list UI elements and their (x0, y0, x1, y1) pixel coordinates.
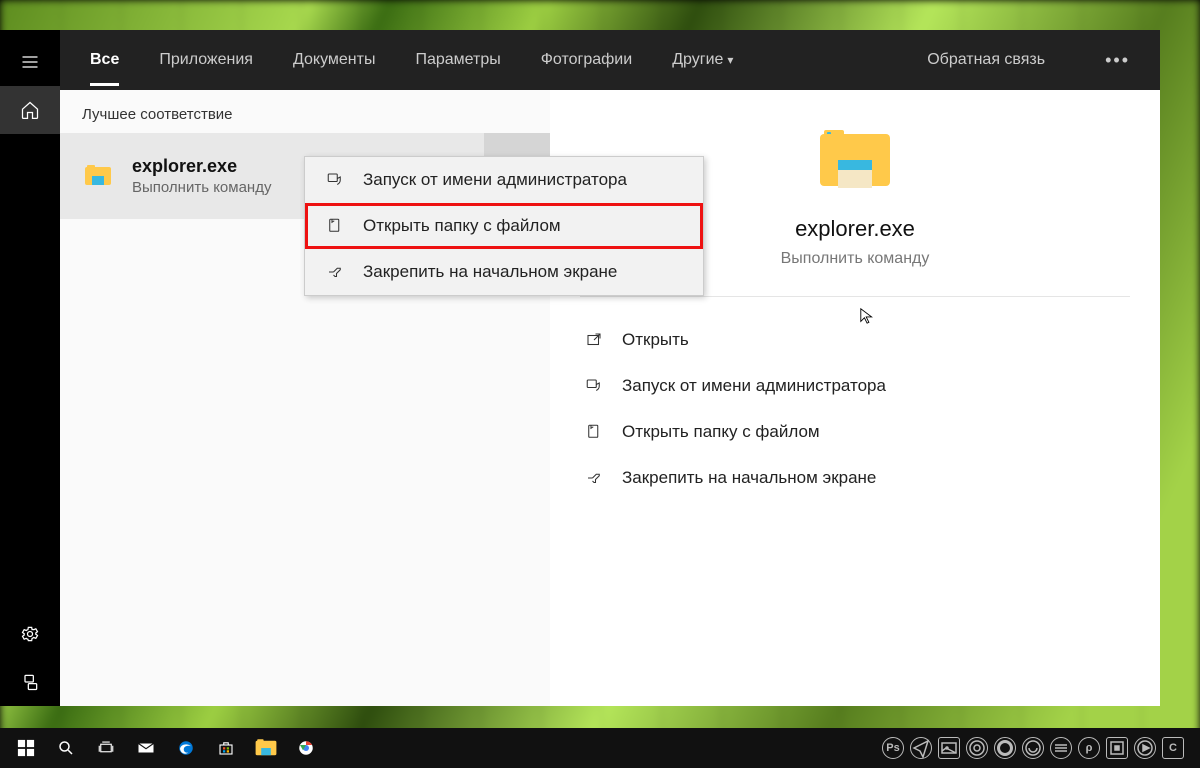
taskbar-search-icon[interactable] (46, 728, 86, 768)
action-label: Открыть папку с файлом (622, 422, 820, 442)
taskbar-chrome-icon[interactable] (286, 728, 326, 768)
explorer-large-icon (820, 130, 890, 188)
context-item-label: Закрепить на начальном экране (363, 262, 617, 282)
tab-documents[interactable]: Документы (293, 51, 375, 69)
results-column: Лучшее соответствие explorer.exe Выполни… (60, 90, 550, 706)
more-icon[interactable]: ••• (1105, 50, 1130, 71)
tray-icon[interactable]: ρ (1078, 737, 1100, 759)
tray-icon[interactable] (994, 737, 1016, 759)
taskbar-edge-icon[interactable] (166, 728, 206, 768)
shield-icon (580, 377, 608, 395)
tray-icon[interactable] (1022, 737, 1044, 759)
chevron-down-icon: ▾ (727, 53, 733, 67)
context-menu: Запуск от имени администратора Открыть п… (304, 156, 704, 296)
action-pin-start[interactable]: Закрепить на начальном экране (580, 455, 1130, 501)
action-label: Открыть (622, 330, 689, 350)
tab-apps[interactable]: Приложения (159, 51, 253, 69)
shield-icon (323, 171, 347, 189)
detail-subtitle: Выполнить команду (781, 250, 930, 268)
tray-icon[interactable] (1134, 737, 1156, 759)
start-button[interactable] (6, 728, 46, 768)
tray-icon[interactable]: Ps (882, 737, 904, 759)
taskbar-mail-icon[interactable] (126, 728, 166, 768)
explorer-icon (78, 156, 118, 196)
result-subtitle: Выполнить команду (132, 179, 271, 196)
context-item-run-admin[interactable]: Запуск от имени администратора (305, 157, 703, 203)
best-match-label: Лучшее соответствие (60, 90, 550, 133)
context-item-open-folder[interactable]: Открыть папку с файлом (305, 203, 703, 249)
tray-icon[interactable] (966, 737, 988, 759)
context-item-label: Открыть папку с файлом (363, 216, 561, 236)
tray-icon[interactable]: C (1162, 737, 1184, 759)
action-open[interactable]: Открыть (580, 317, 1130, 363)
taskbar: Ps ρ C (0, 728, 1200, 768)
pin-icon (323, 263, 347, 281)
taskbar-explorer-icon[interactable] (246, 728, 286, 768)
action-label: Запуск от имени администратора (622, 376, 886, 396)
tray-icon[interactable] (1106, 737, 1128, 759)
context-item-label: Запуск от имени администратора (363, 170, 627, 190)
detail-title: explorer.exe (795, 216, 915, 242)
tab-all[interactable]: Все (90, 51, 119, 69)
tab-settings[interactable]: Параметры (415, 51, 500, 69)
search-filter-tabs: Все Приложения Документы Параметры Фотог… (60, 30, 1160, 90)
tab-other[interactable]: Другие▾ (672, 51, 733, 69)
action-run-admin[interactable]: Запуск от имени администратора (580, 363, 1130, 409)
folder-open-icon (580, 423, 608, 441)
search-left-rail (0, 30, 60, 706)
pin-icon (580, 469, 608, 487)
settings-gear-icon[interactable] (0, 610, 60, 658)
taskbar-store-icon[interactable] (206, 728, 246, 768)
tray-icon[interactable] (938, 737, 960, 759)
result-title: explorer.exe (132, 156, 271, 177)
account-icon[interactable] (0, 658, 60, 706)
feedback-link[interactable]: Обратная связь (927, 51, 1045, 69)
action-label: Закрепить на начальном экране (622, 468, 876, 488)
tab-photos[interactable]: Фотографии (541, 51, 632, 69)
cursor-icon (859, 307, 877, 330)
tray-icon[interactable] (1050, 737, 1072, 759)
open-icon (580, 331, 608, 349)
tray-icon[interactable] (910, 737, 932, 759)
search-panel: Все Приложения Документы Параметры Фотог… (0, 30, 1160, 706)
folder-open-icon (323, 217, 347, 235)
task-view-icon[interactable] (86, 728, 126, 768)
search-main: Все Приложения Документы Параметры Фотог… (60, 30, 1160, 706)
system-tray: Ps ρ C (882, 737, 1194, 759)
home-icon[interactable] (0, 86, 60, 134)
divider (580, 296, 1130, 297)
context-item-pin-start[interactable]: Закрепить на начальном экране (305, 249, 703, 295)
hamburger-icon[interactable] (0, 38, 60, 86)
action-open-folder[interactable]: Открыть папку с файлом (580, 409, 1130, 455)
